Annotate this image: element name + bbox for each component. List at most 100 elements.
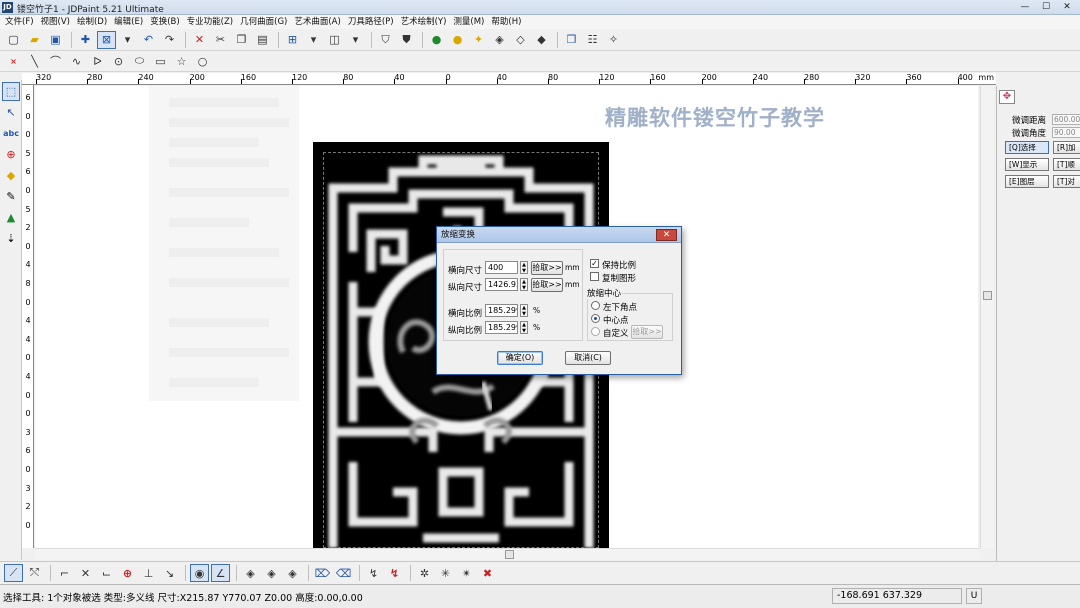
grid-dropdown-icon[interactable]: ▾ bbox=[304, 31, 323, 49]
arc-icon[interactable]: ⌒ bbox=[46, 52, 65, 70]
arrows2-icon[interactable]: ↯ bbox=[385, 564, 404, 582]
fill-tool-icon[interactable]: ▲ bbox=[2, 208, 20, 227]
point-icon[interactable]: × bbox=[4, 52, 23, 70]
menu-transform[interactable]: 变换(B) bbox=[148, 15, 184, 29]
eraser3-icon[interactable]: ◆ bbox=[532, 31, 551, 49]
menu-help[interactable]: 帮助(H) bbox=[489, 15, 526, 29]
node2-icon[interactable]: ✳ bbox=[436, 564, 455, 582]
order-t-button[interactable]: [T]顺 bbox=[1053, 158, 1080, 171]
minimize-button[interactable]: — bbox=[1016, 1, 1034, 13]
arrows-icon[interactable]: ↯ bbox=[364, 564, 383, 582]
menu-art-surface[interactable]: 艺术曲面(A) bbox=[292, 15, 345, 29]
maximize-button[interactable]: ☐ bbox=[1037, 1, 1055, 13]
shield-icon[interactable]: ⛉ bbox=[376, 31, 395, 49]
menu-view[interactable]: 视图(V) bbox=[39, 15, 75, 29]
v-ratio-spinner[interactable]: ▲ ▼ bbox=[520, 321, 528, 334]
engrave-tool-icon[interactable]: ⇣ bbox=[2, 229, 20, 248]
layer-dropdown-icon[interactable]: ▾ bbox=[346, 31, 365, 49]
ok-button[interactable]: 确定(O) bbox=[497, 351, 543, 365]
target-icon[interactable]: ⊕ bbox=[118, 564, 137, 582]
keep-ratio-checkbox[interactable]: ✓ bbox=[590, 259, 599, 268]
cross-icon[interactable]: ✕ bbox=[76, 564, 95, 582]
paste-icon[interactable]: ▤ bbox=[253, 31, 272, 49]
menu-file[interactable]: 文件(F) bbox=[3, 15, 39, 29]
menu-edit[interactable]: 编辑(E) bbox=[112, 15, 148, 29]
layer-e-button[interactable]: [E]图层 bbox=[1005, 175, 1049, 188]
node-icon[interactable]: ✲ bbox=[415, 564, 434, 582]
grid-icon[interactable]: ⊞ bbox=[283, 31, 302, 49]
trim-icon[interactable]: ⤲ bbox=[25, 564, 44, 582]
horizontal-scroll-thumb[interactable] bbox=[505, 550, 514, 559]
menu-art-draw[interactable]: 艺术绘制(Y) bbox=[399, 15, 452, 29]
v-size-input[interactable]: 1426.93 bbox=[485, 278, 518, 291]
spline-icon[interactable]: ∿ bbox=[67, 52, 86, 70]
text-tool-icon[interactable]: abc bbox=[2, 124, 20, 143]
cut-icon[interactable]: ✂ bbox=[211, 31, 230, 49]
line-tool-icon[interactable]: ⟋ bbox=[4, 564, 23, 582]
new-file-icon[interactable]: ▢ bbox=[4, 31, 23, 49]
menu-draw[interactable]: 绘制(D) bbox=[75, 15, 112, 29]
star-icon[interactable]: ☆ bbox=[172, 52, 191, 70]
measure-tool-icon[interactable]: ◆ bbox=[2, 166, 20, 185]
crosshair-icon[interactable]: ✚ bbox=[76, 31, 95, 49]
circle-dot-icon[interactable]: ⊙ bbox=[109, 52, 128, 70]
menu-measure[interactable]: 测量(M) bbox=[451, 15, 489, 29]
wand-icon[interactable]: ✧ bbox=[604, 31, 623, 49]
select-q-button[interactable]: [Q]选择 bbox=[1005, 141, 1049, 154]
pattern-icon[interactable]: ✥ bbox=[999, 90, 1015, 104]
scraper2-icon[interactable]: ⌫ bbox=[334, 564, 353, 582]
h-ratio-input[interactable]: 185.299 bbox=[485, 304, 518, 317]
tangent-icon[interactable]: ↘ bbox=[160, 564, 179, 582]
h-size-pick-button[interactable]: 拾取>> bbox=[531, 261, 563, 275]
layer-icon[interactable]: ◫ bbox=[325, 31, 344, 49]
dialog-close-button[interactable]: ✕ bbox=[656, 229, 677, 241]
fine-angle-field[interactable]: 90.00 bbox=[1052, 127, 1080, 138]
center-bottom-left-radio[interactable] bbox=[591, 301, 600, 310]
group-icon[interactable]: ❒ bbox=[562, 31, 581, 49]
perpendicular-icon[interactable]: ⊥ bbox=[139, 564, 158, 582]
lights-icon[interactable]: ✦ bbox=[469, 31, 488, 49]
diamond3-icon[interactable]: ◈ bbox=[283, 564, 302, 582]
select-window-icon[interactable]: ⊠ bbox=[97, 30, 116, 49]
eraser2-icon[interactable]: ◇ bbox=[511, 31, 530, 49]
table-icon[interactable]: ☷ bbox=[583, 31, 602, 49]
v-ratio-input[interactable]: 185.299 bbox=[485, 321, 518, 334]
light-green-icon[interactable]: ● bbox=[427, 31, 446, 49]
circle-icon[interactable]: ○ bbox=[193, 52, 212, 70]
ellipse-icon[interactable]: ⬭ bbox=[130, 52, 149, 70]
diamond2-icon[interactable]: ◈ bbox=[262, 564, 281, 582]
node3-icon[interactable]: ✴ bbox=[457, 564, 476, 582]
select-tool-icon[interactable]: ⬚ bbox=[2, 82, 20, 101]
h-size-spinner[interactable]: ▲ ▼ bbox=[520, 261, 528, 274]
close-x-icon[interactable]: ✖ bbox=[478, 564, 497, 582]
v-size-pick-button[interactable]: 拾取>> bbox=[531, 278, 563, 292]
undo-icon[interactable]: ↶ bbox=[139, 31, 158, 49]
close-window-button[interactable]: ✕ bbox=[1058, 1, 1076, 13]
h-size-input[interactable]: 400 bbox=[485, 261, 518, 274]
center-pick-button[interactable]: 拾取>> bbox=[631, 325, 663, 339]
corner2-icon[interactable]: ⌙ bbox=[97, 564, 116, 582]
cancel-button[interactable]: 取消(C) bbox=[565, 351, 611, 365]
rectangle-icon[interactable]: ▭ bbox=[151, 52, 170, 70]
eraser-icon[interactable]: ◈ bbox=[490, 31, 509, 49]
horizontal-scrollbar[interactable] bbox=[35, 548, 980, 560]
fine-distance-field[interactable]: 600.00 bbox=[1052, 114, 1080, 125]
dropdown-icon[interactable]: ▾ bbox=[118, 31, 137, 49]
transform-tool-icon[interactable]: ⊕ bbox=[2, 145, 20, 164]
corner-icon[interactable]: ⌐ bbox=[55, 564, 74, 582]
center-custom-radio[interactable] bbox=[591, 327, 600, 336]
menu-geometry[interactable]: 几何曲面(G) bbox=[238, 15, 292, 29]
copy-shape-checkbox[interactable] bbox=[590, 272, 599, 281]
scraper-icon[interactable]: ⌦ bbox=[313, 564, 332, 582]
snap-point-icon[interactable]: ◉ bbox=[190, 564, 209, 582]
open-folder-icon[interactable]: ▰ bbox=[25, 31, 44, 49]
copy-icon[interactable]: ❐ bbox=[232, 31, 251, 49]
align-t-button[interactable]: [T]对 bbox=[1053, 175, 1080, 188]
snap-angle-icon[interactable]: ∠ bbox=[211, 564, 230, 582]
v-size-spinner[interactable]: ▲ ▼ bbox=[520, 278, 528, 291]
diamond-icon[interactable]: ◈ bbox=[241, 564, 260, 582]
h-ratio-spinner[interactable]: ▲ ▼ bbox=[520, 304, 528, 317]
display-w-button[interactable]: [W]显示 bbox=[1005, 158, 1049, 171]
menu-pro[interactable]: 专业功能(Z) bbox=[185, 15, 238, 29]
shield-filled-icon[interactable]: ⛊ bbox=[397, 31, 416, 49]
